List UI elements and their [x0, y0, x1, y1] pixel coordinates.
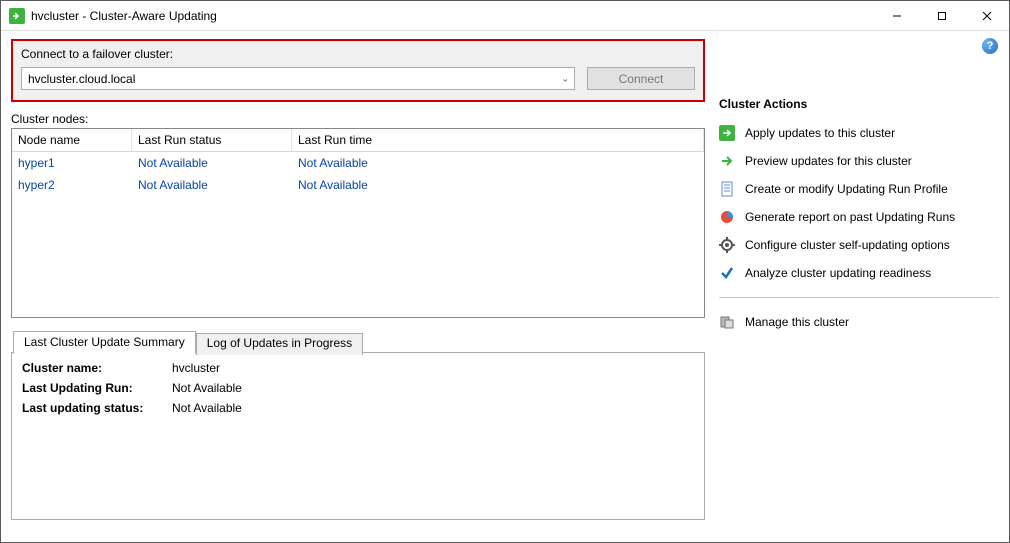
minimize-button[interactable]: [874, 1, 919, 30]
nodes-label: Cluster nodes:: [11, 112, 705, 126]
action-analyze-readiness[interactable]: Analyze cluster updating readiness: [719, 259, 999, 287]
action-generate-report[interactable]: Generate report on past Updating Runs: [719, 203, 999, 231]
action-apply-updates[interactable]: Apply updates to this cluster: [719, 119, 999, 147]
col-status[interactable]: Last Run status: [132, 129, 292, 151]
node-time: Not Available: [292, 156, 704, 170]
node-time: Not Available: [292, 178, 704, 192]
window-controls: [874, 1, 1009, 30]
nodes-table: Node name Last Run status Last Run time …: [11, 128, 705, 318]
maximize-button[interactable]: [919, 1, 964, 30]
connect-panel: Connect to a failover cluster: ⌄ Connect: [11, 39, 705, 102]
node-name: hyper1: [12, 156, 132, 170]
node-name: hyper2: [12, 178, 132, 192]
summary-lastrun-key: Last Updating Run:: [22, 381, 172, 395]
action-manage-cluster[interactable]: Manage this cluster: [719, 308, 999, 336]
table-row[interactable]: hyper1 Not Available Not Available: [12, 152, 704, 174]
arrow-right-icon: [719, 153, 735, 169]
window-title: hvcluster - Cluster-Aware Updating: [31, 9, 874, 23]
col-node-name[interactable]: Node name: [12, 129, 132, 151]
document-icon: [719, 181, 735, 197]
action-preview-updates[interactable]: Preview updates for this cluster: [719, 147, 999, 175]
table-header: Node name Last Run status Last Run time: [12, 129, 704, 152]
table-row[interactable]: hyper2 Not Available Not Available: [12, 174, 704, 196]
connect-button[interactable]: Connect: [587, 67, 695, 90]
col-time[interactable]: Last Run time: [292, 129, 704, 151]
tab-strip: Last Cluster Update Summary Log of Updat…: [13, 331, 705, 353]
arrow-right-green-icon: [719, 125, 735, 141]
app-icon: [9, 8, 25, 24]
server-icon: [719, 314, 735, 330]
action-label: Generate report on past Updating Runs: [745, 210, 955, 224]
tab-body: Cluster name: hvcluster Last Updating Ru…: [11, 352, 705, 520]
action-label: Analyze cluster updating readiness: [745, 266, 931, 280]
action-label: Manage this cluster: [745, 315, 849, 329]
summary-lastrun-val: Not Available: [172, 381, 242, 395]
tab-log[interactable]: Log of Updates in Progress: [196, 333, 363, 355]
action-label: Create or modify Updating Run Profile: [745, 182, 948, 196]
summary-status-val: Not Available: [172, 401, 242, 415]
actions-panel: Cluster Actions Apply updates to this cl…: [719, 39, 999, 532]
connect-label: Connect to a failover cluster:: [21, 47, 695, 61]
cluster-input[interactable]: [21, 67, 575, 90]
pie-chart-icon: [719, 209, 735, 225]
actions-heading: Cluster Actions: [719, 97, 999, 111]
summary-cluster-val: hvcluster: [172, 361, 220, 375]
action-label: Configure cluster self-updating options: [745, 238, 950, 252]
action-label: Apply updates to this cluster: [745, 126, 895, 140]
divider: [719, 297, 999, 298]
tab-summary[interactable]: Last Cluster Update Summary: [13, 331, 196, 354]
titlebar: hvcluster - Cluster-Aware Updating: [1, 1, 1009, 31]
node-status: Not Available: [132, 156, 292, 170]
checkmark-icon: [719, 265, 735, 281]
close-button[interactable]: [964, 1, 1009, 30]
action-label: Preview updates for this cluster: [745, 154, 912, 168]
summary-cluster-key: Cluster name:: [22, 361, 172, 375]
gear-icon: [719, 237, 735, 253]
summary-status-key: Last updating status:: [22, 401, 172, 415]
node-status: Not Available: [132, 178, 292, 192]
action-run-profile[interactable]: Create or modify Updating Run Profile: [719, 175, 999, 203]
action-configure-self-updating[interactable]: Configure cluster self-updating options: [719, 231, 999, 259]
help-icon[interactable]: ?: [982, 38, 998, 54]
